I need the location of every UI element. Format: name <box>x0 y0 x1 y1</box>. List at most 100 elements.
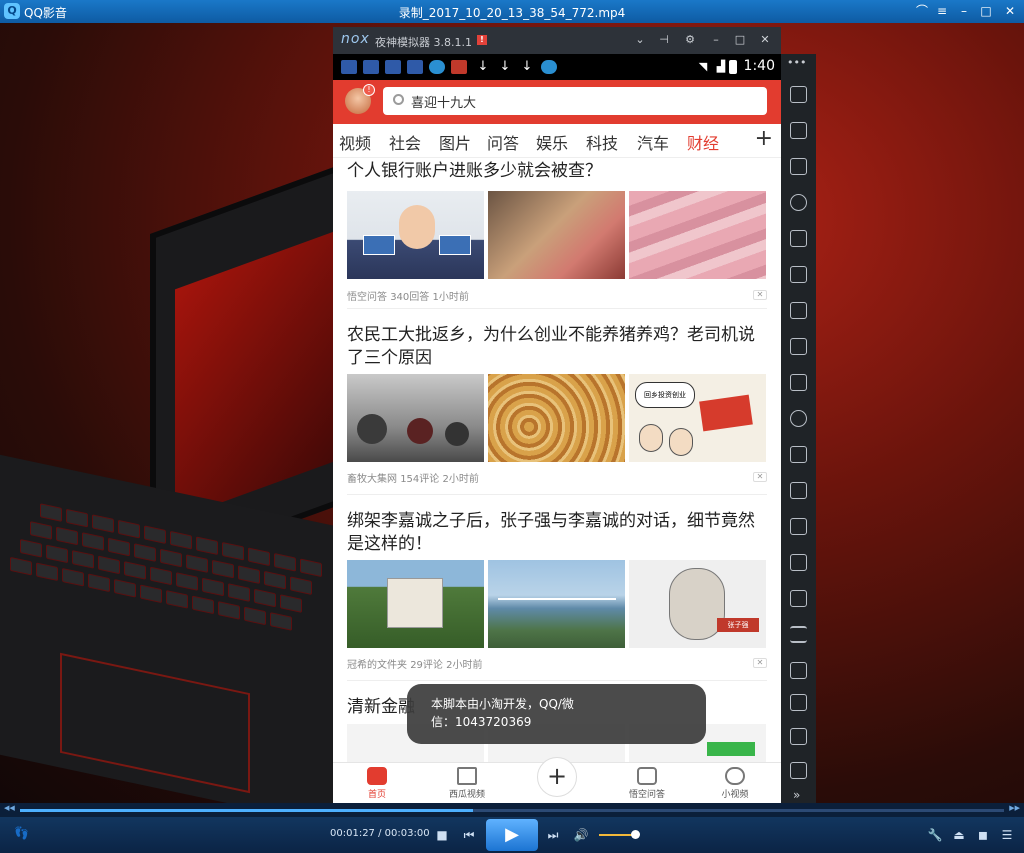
previous-button[interactable]: ⏮ <box>460 826 478 844</box>
mansion-photo <box>347 560 484 648</box>
app-notification-icon <box>363 60 379 74</box>
sketch-name-sign: 张子强 <box>717 618 759 632</box>
nav-wukong-qa[interactable]: 悟空问答 <box>617 767 677 800</box>
tab-auto[interactable]: 汽车 <box>637 130 669 154</box>
nav-xigua-video[interactable]: 西瓜视频 <box>437 767 497 800</box>
menu-lines-icon[interactable] <box>790 626 807 643</box>
dislike-close-icon[interactable]: ✕ <box>753 290 767 300</box>
seek-back-icon[interactable]: ◀◀ <box>4 804 15 812</box>
article-source: 冠希的文件夹 <box>347 660 407 671</box>
tab-finance[interactable]: 财经 <box>687 130 719 154</box>
eject-icon[interactable]: ⏏ <box>950 826 968 844</box>
tab-society[interactable]: 社会 <box>389 130 421 154</box>
volume-icon[interactable]: 🔊 <box>572 826 590 844</box>
volume-up-icon[interactable] <box>790 302 807 319</box>
emulator-title-bar: nox 夜神模拟器 3.8.1.1 ! ⌄ ⊣ ⚙ – □ ✕ <box>333 27 781 54</box>
next-button[interactable]: ⏭ <box>544 826 562 844</box>
color-adjust-icon[interactable]: ◼ <box>974 826 992 844</box>
skin-icon[interactable]: ⌒ <box>912 2 932 20</box>
alert-flag-icon[interactable]: ! <box>477 35 487 45</box>
back-icon[interactable] <box>790 694 807 711</box>
battery-icon <box>729 60 737 74</box>
publish-plus-button[interactable]: + <box>537 757 577 797</box>
article-comments: 29评论 <box>410 660 443 671</box>
divider <box>347 680 767 681</box>
article-time: 2小时前 <box>442 474 479 485</box>
download-icon: ↓ <box>499 59 511 74</box>
tab-video[interactable]: 视频 <box>339 130 371 154</box>
article-time: 1小时前 <box>432 292 469 303</box>
motorbikes-photo <box>347 374 484 462</box>
play-button[interactable]: ▶ <box>486 819 538 851</box>
emulator-minimize-button[interactable]: – <box>709 33 723 47</box>
nav-home[interactable]: 首页 <box>347 767 407 800</box>
screen-icon[interactable] <box>790 230 807 247</box>
tab-pictures[interactable]: 图片 <box>439 130 471 154</box>
dropdown-icon[interactable]: ⌄ <box>633 33 647 47</box>
nav-small-video[interactable]: 小视频 <box>705 767 765 800</box>
tab-qa[interactable]: 问答 <box>487 130 519 154</box>
settings-gear-icon[interactable]: ⚙ <box>683 33 697 47</box>
tab-entertainment[interactable]: 娱乐 <box>536 130 568 154</box>
phone-icon[interactable] <box>790 86 807 103</box>
keyboard-icon[interactable] <box>790 122 807 139</box>
nav-home-label: 首页 <box>367 790 386 800</box>
add-channel-button[interactable]: + <box>755 128 773 150</box>
article-images <box>347 191 767 279</box>
article-card[interactable]: 个人银行账户进账多少就会被查？ 悟空问答 340回答 1小时前 ✕ <box>347 160 767 303</box>
sketch-portrait: 张子强 <box>629 560 766 648</box>
fullscreen-icon[interactable] <box>790 266 807 283</box>
notification-badge: ! <box>363 84 375 96</box>
emulator-maximize-button[interactable]: □ <box>733 33 747 47</box>
article-card[interactable]: 农民工大批返乡，为什么创业不能养猪养鸡？老司机说了三个原因 回乡投资创业 畜牧大… <box>347 324 767 485</box>
maximize-button[interactable]: □ <box>976 2 996 20</box>
upload-apk-icon[interactable] <box>790 374 807 391</box>
seek-bar[interactable]: ◀◀ ▶▶ <box>0 803 1024 817</box>
home-icon[interactable] <box>790 728 807 745</box>
sync-icon[interactable] <box>790 590 807 607</box>
toast-line-2: 信：1043720369 <box>431 715 532 729</box>
article-card[interactable]: 绑架李嘉诚之子后，张子强与李嘉诚的对话，细节竟然是这样的！ 张子强 冠希的文件夹… <box>347 510 767 671</box>
record-icon[interactable] <box>790 482 807 499</box>
nav-xigua-label: 西瓜视频 <box>448 790 485 800</box>
volume-knob[interactable] <box>631 830 640 839</box>
minimize-button[interactable]: – <box>954 2 974 20</box>
article-title: 个人银行账户进账多少就会被查？ <box>347 161 602 181</box>
shake-icon[interactable] <box>790 446 807 463</box>
article-source: 悟空问答 <box>347 292 387 303</box>
settings-wrench-icon[interactable]: 🔧 <box>926 826 944 844</box>
add-icon[interactable] <box>790 662 807 679</box>
macro-icon[interactable] <box>790 554 807 571</box>
close-button[interactable]: ✕ <box>1000 2 1020 20</box>
multi-instance-icon[interactable] <box>790 518 807 535</box>
article-images: 回乡投资创业 <box>347 374 767 462</box>
small-video-icon <box>725 767 745 785</box>
tab-tech[interactable]: 科技 <box>586 130 618 154</box>
news-feed: 个人银行账户进账多少就会被查？ 悟空问答 340回答 1小时前 ✕ 农民工大批返… <box>333 158 781 762</box>
article-source: 畜牧大集网 <box>347 474 397 485</box>
article-meta: 畜牧大集网 154评论 2小时前 <box>347 470 479 485</box>
app-notification-icon <box>407 60 423 74</box>
dislike-close-icon[interactable]: ✕ <box>753 472 767 482</box>
collapse-icon[interactable]: » <box>793 788 800 802</box>
recent-apps-icon[interactable] <box>790 762 807 779</box>
playlist-icon[interactable]: ☰ <box>998 826 1016 844</box>
location-icon[interactable] <box>790 194 807 211</box>
bridge-photo <box>488 560 625 648</box>
app-notification-icon <box>429 60 445 74</box>
dislike-close-icon[interactable]: ✕ <box>753 658 767 668</box>
stop-button[interactable]: ■ <box>433 826 451 844</box>
emulator-close-button[interactable]: ✕ <box>758 33 772 47</box>
volume-level <box>599 834 635 836</box>
menu-icon[interactable]: ≡ <box>932 2 952 20</box>
search-input[interactable]: 喜迎十九大 <box>383 87 767 115</box>
article-comments: 154评论 <box>400 474 440 485</box>
loading-icon[interactable] <box>790 410 807 427</box>
footprint-icon[interactable]: 👣 <box>14 826 29 840</box>
scissors-icon[interactable] <box>790 158 807 175</box>
volume-down-icon[interactable] <box>790 338 807 355</box>
seek-forward-icon[interactable]: ▶▶ <box>1009 804 1020 812</box>
more-icon[interactable]: ••• <box>787 56 806 69</box>
bottom-navigation: 首页 西瓜视频 + 悟空问答 小视频 <box>333 757 781 804</box>
pin-icon[interactable]: ⊣ <box>657 33 671 47</box>
